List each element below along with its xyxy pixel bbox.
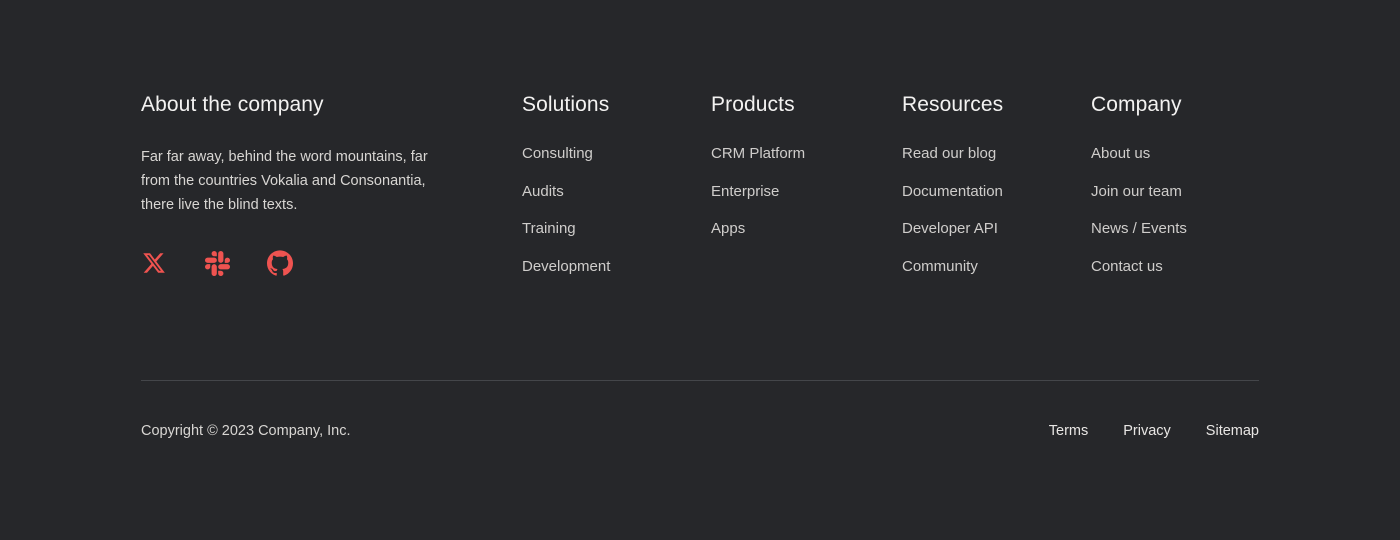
footer-link-development[interactable]: Development	[522, 255, 610, 279]
footer-link-news-events[interactable]: News / Events	[1091, 217, 1187, 241]
footer-link-consulting[interactable]: Consulting	[522, 142, 593, 166]
column-title-products: Products	[711, 92, 891, 118]
list-item: News / Events	[1091, 217, 1259, 241]
list-item: CRM Platform	[711, 142, 891, 166]
footer-link-audits[interactable]: Audits	[522, 180, 564, 204]
slack-icon	[205, 251, 230, 276]
footer-link-community[interactable]: Community	[902, 255, 978, 279]
list-item: Enterprise	[711, 180, 891, 204]
legal-link-privacy[interactable]: Privacy	[1123, 423, 1171, 439]
legal-link-terms[interactable]: Terms	[1049, 423, 1088, 439]
footer-column-company: Company About us Join our team News / Ev…	[1091, 92, 1259, 279]
copyright-text: Copyright © 2023 Company, Inc.	[141, 418, 351, 444]
list-item: Join our team	[1091, 180, 1259, 204]
list-item: Community	[902, 255, 1082, 279]
link-list-products: CRM Platform Enterprise Apps	[711, 118, 891, 241]
list-item: Developer API	[902, 217, 1082, 241]
list-item: Audits	[522, 180, 692, 204]
github-icon	[267, 250, 293, 276]
about-title: About the company	[141, 92, 461, 118]
x-twitter-icon	[142, 251, 166, 275]
list-item: Documentation	[902, 180, 1082, 204]
social-link-github[interactable]	[267, 250, 293, 276]
list-item: Contact us	[1091, 255, 1259, 279]
list-item: Sitemap	[1206, 418, 1259, 444]
list-item: Training	[522, 217, 692, 241]
link-list-resources: Read our blog Documentation Developer AP…	[902, 118, 1082, 279]
social-links	[141, 217, 461, 276]
footer-link-training[interactable]: Training	[522, 217, 576, 241]
list-item: Apps	[711, 217, 891, 241]
list-item: Development	[522, 255, 692, 279]
footer-column-resources: Resources Read our blog Documentation De…	[902, 92, 1082, 279]
footer-column-solutions: Solutions Consulting Audits Training Dev…	[522, 92, 692, 279]
list-item: Privacy	[1123, 418, 1171, 444]
footer-link-read-our-blog[interactable]: Read our blog	[902, 142, 996, 166]
list-item: Consulting	[522, 142, 692, 166]
footer-column-products: Products CRM Platform Enterprise Apps	[711, 92, 891, 241]
social-link-slack[interactable]	[204, 250, 230, 276]
legal-link-sitemap[interactable]: Sitemap	[1206, 423, 1259, 439]
column-title-resources: Resources	[902, 92, 1082, 118]
footer-content: About the company Far far away, behind t…	[141, 0, 1259, 540]
footer-link-crm-platform[interactable]: CRM Platform	[711, 142, 805, 166]
footer-link-enterprise[interactable]: Enterprise	[711, 180, 779, 204]
footer-link-join-our-team[interactable]: Join our team	[1091, 180, 1182, 204]
footer-link-contact-us[interactable]: Contact us	[1091, 255, 1163, 279]
footer-link-documentation[interactable]: Documentation	[902, 180, 1003, 204]
legal-links: Terms Privacy Sitemap	[1049, 418, 1259, 444]
list-item: Terms	[1049, 418, 1088, 444]
site-footer: About the company Far far away, behind t…	[0, 0, 1400, 540]
list-item: About us	[1091, 142, 1259, 166]
footer-link-apps[interactable]: Apps	[711, 217, 745, 241]
list-item: Read our blog	[902, 142, 1082, 166]
footer-bottom-bar: Copyright © 2023 Company, Inc. Terms Pri…	[141, 418, 1259, 444]
footer-divider	[141, 380, 1259, 381]
link-list-solutions: Consulting Audits Training Development	[522, 118, 692, 279]
social-link-x-twitter[interactable]	[141, 250, 167, 276]
column-title-company: Company	[1091, 92, 1259, 118]
link-list-company: About us Join our team News / Events Con…	[1091, 118, 1259, 279]
footer-link-developer-api[interactable]: Developer API	[902, 217, 998, 241]
column-title-solutions: Solutions	[522, 92, 692, 118]
footer-link-about-us[interactable]: About us	[1091, 142, 1150, 166]
about-description: Far far away, behind the word mountains,…	[141, 118, 441, 217]
footer-column-about: About the company Far far away, behind t…	[141, 92, 461, 276]
